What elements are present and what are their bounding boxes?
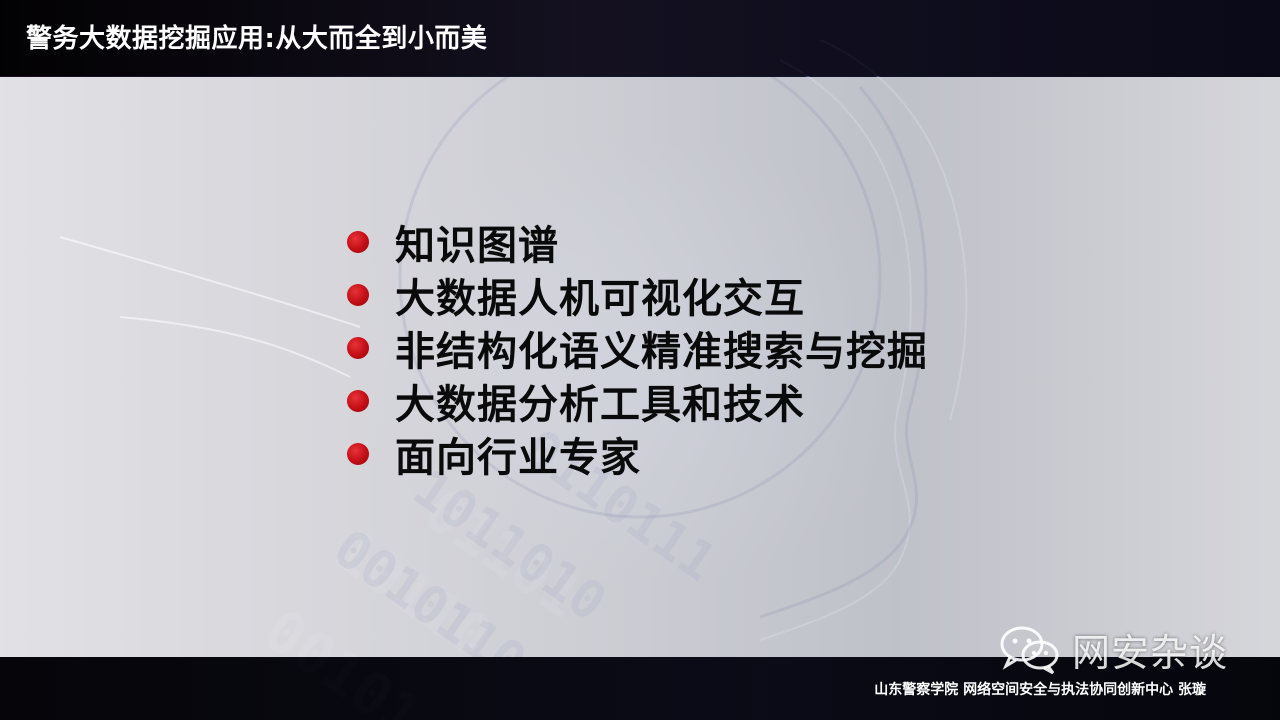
bullet-dot — [347, 336, 369, 359]
slide-title: 警务大数据挖掘应用:从大而全到小而美 — [26, 24, 488, 54]
watermark: 网安杂谈 — [998, 622, 1228, 677]
content-panel: 1011010 0110111 0010110 知识图谱 大数据人机可视化交互 … — [0, 77, 1280, 657]
bullet-dot — [347, 442, 369, 465]
watermark-text: 网安杂谈 — [1072, 631, 1229, 675]
slide: 10110 01101 00101 警务大数据挖掘应用:从大而全到小而美 101… — [0, 0, 1280, 720]
footer-credit: 山东警察学院 网络空间安全与执法协同创新中心 张璇 — [874, 682, 1206, 698]
bullet-item: 面向行业专家 — [347, 427, 928, 481]
header-bar: 警务大数据挖掘应用:从大而全到小而美 — [0, 0, 1280, 76]
bullet-dot — [347, 283, 369, 306]
bullet-item: 非结构化语义精准搜索与挖掘 — [347, 321, 928, 375]
bullet-item: 大数据人机可视化交互 — [347, 268, 928, 322]
bullet-text: 非结构化语义精准搜索与挖掘 — [395, 328, 928, 375]
bullet-text: 面向行业专家 — [395, 434, 641, 481]
bullet-text: 知识图谱 — [395, 222, 559, 269]
bullet-text: 大数据人机可视化交互 — [395, 275, 805, 322]
bullet-item: 知识图谱 — [347, 215, 928, 269]
wechat-icon — [1000, 626, 1059, 674]
bullet-list: 知识图谱 大数据人机可视化交互 非结构化语义精准搜索与挖掘 大数据分析工具和技术… — [347, 215, 928, 481]
bullet-dot — [347, 230, 369, 253]
bullet-item: 大数据分析工具和技术 — [347, 374, 928, 428]
bullet-text: 大数据分析工具和技术 — [395, 381, 805, 428]
bullet-dot — [347, 389, 369, 412]
